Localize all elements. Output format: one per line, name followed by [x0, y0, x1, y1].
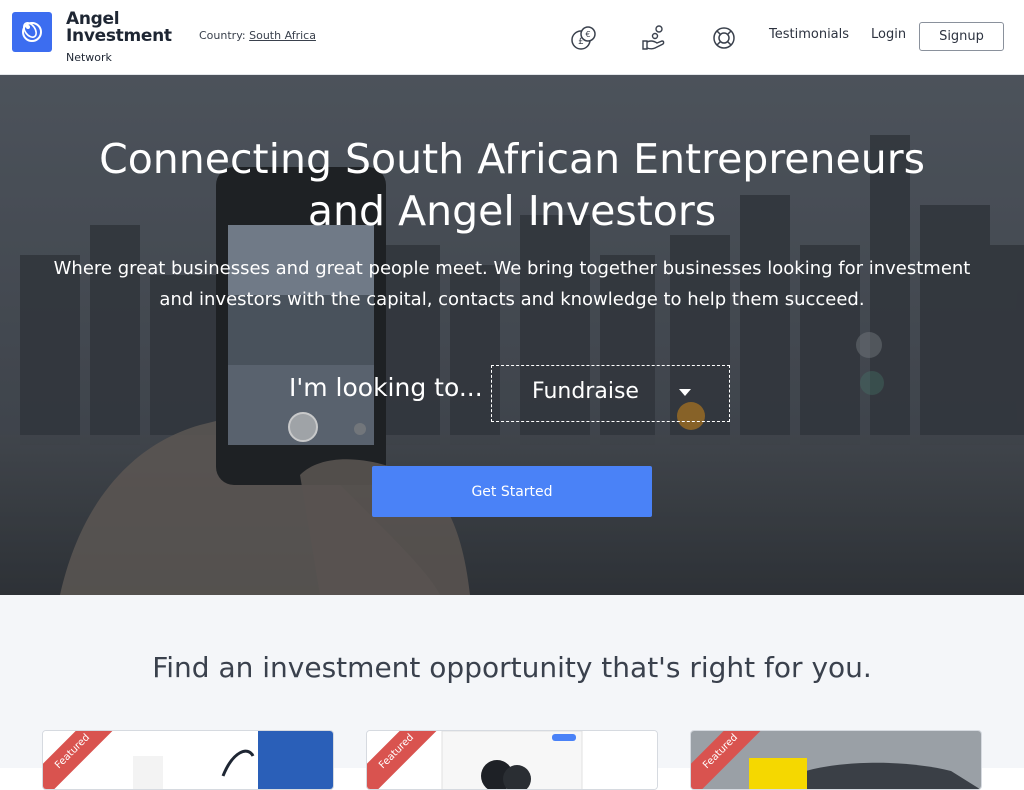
hero-title-line2: and Angel Investors [307, 187, 717, 235]
section-title: Find an investment opportunity that's ri… [152, 651, 872, 684]
top-navbar: Angel Investment Network Country: South … [0, 0, 1024, 75]
chevron-down-icon [679, 389, 691, 396]
svg-text:€: € [585, 30, 590, 39]
hero-subtitle: Where great businesses and great people … [40, 253, 984, 315]
opportunity-card[interactable]: Featured [690, 730, 982, 790]
hero-title-line1: Connecting South African Entrepreneurs [99, 135, 925, 183]
currency-icon[interactable]: £ € [570, 24, 598, 52]
intent-select-value: Fundraise [532, 379, 639, 404]
help-lifebuoy-icon[interactable] [710, 24, 738, 52]
hero-section: Connecting South African Entrepreneurs a… [0, 75, 1024, 595]
logo-title-line2: Investment [66, 26, 172, 46]
intent-select[interactable]: Fundraise [491, 365, 730, 422]
looking-to-label: I'm looking to... [289, 373, 483, 402]
logo-title[interactable]: Angel Investment [66, 11, 172, 45]
invest-hand-icon[interactable] [640, 24, 668, 52]
logo-icon[interactable] [12, 12, 52, 52]
nav-testimonials[interactable]: Testimonials [769, 27, 849, 42]
hero-subtitle-line2: and investors with the capital, contacts… [159, 289, 865, 310]
svg-text:£: £ [578, 37, 584, 47]
country-label: Country: [199, 29, 246, 42]
opportunity-card[interactable]: Featured [42, 730, 334, 790]
hero-subtitle-line1: Where great businesses and great people … [53, 258, 971, 279]
opportunity-card[interactable]: Featured [366, 730, 658, 790]
hero-title: Connecting South African Entrepreneurs a… [0, 133, 1024, 237]
get-started-button[interactable]: Get Started [372, 466, 652, 517]
signup-button[interactable]: Signup [919, 22, 1004, 51]
country-selector: Country: South Africa [199, 29, 316, 42]
country-link[interactable]: South Africa [249, 29, 316, 42]
logo-subtitle: Network [66, 51, 112, 64]
opportunities-section: Find an investment opportunity that's ri… [0, 595, 1024, 790]
nav-login[interactable]: Login [871, 27, 906, 42]
